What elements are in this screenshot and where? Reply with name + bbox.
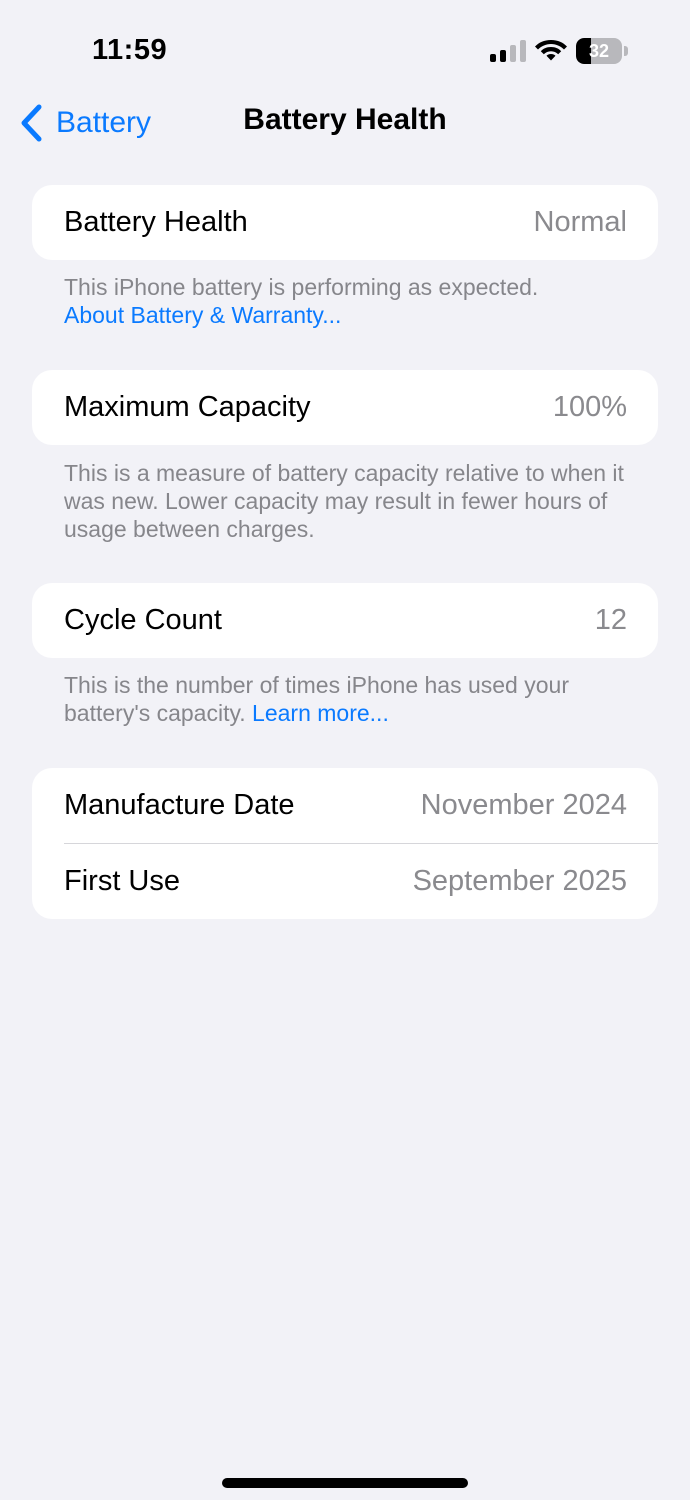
back-button-label: Battery [56, 106, 152, 139]
status-bar: 11:59 32 [0, 0, 690, 100]
signal-bar [490, 54, 496, 62]
chevron-left-icon [21, 104, 42, 142]
cycle-count-card: Cycle Count 12 [32, 583, 658, 658]
learn-more-link[interactable]: Learn more... [252, 700, 389, 726]
cycle-count-label: Cycle Count [64, 604, 222, 636]
navigation-bar: Battery Health Battery [0, 95, 690, 151]
battery-dates-card: Manufacture Date November 2024 First Use… [32, 768, 658, 919]
about-battery-warranty-link[interactable]: About Battery & Warranty... [64, 301, 644, 329]
battery-health-card: Battery Health Normal [32, 185, 658, 260]
manufacture-date-label: Manufacture Date [64, 789, 295, 821]
signal-bar [520, 40, 526, 62]
battery-health-label: Battery Health [64, 206, 248, 238]
maximum-capacity-row: Maximum Capacity 100% [32, 370, 658, 445]
first-use-row: First Use September 2025 [32, 844, 658, 919]
cycle-count-value: 12 [594, 604, 627, 636]
cycle-count-row: Cycle Count 12 [32, 583, 658, 658]
maximum-capacity-card: Maximum Capacity 100% [32, 370, 658, 445]
signal-bar [510, 45, 516, 62]
battery-tip [624, 46, 628, 56]
maximum-capacity-value: 100% [552, 391, 627, 423]
battery-icon: 32 [576, 38, 630, 64]
maximum-capacity-label: Maximum Capacity [64, 391, 311, 423]
battery-health-value: Normal [533, 206, 627, 238]
manufacture-date-value: November 2024 [420, 789, 627, 821]
battery-body: 32 [576, 38, 622, 64]
cellular-signal-icon [490, 40, 526, 62]
back-button[interactable]: Battery [18, 101, 151, 145]
manufacture-date-row: Manufacture Date November 2024 [32, 768, 658, 843]
first-use-value: September 2025 [412, 865, 627, 897]
battery-level-text: 32 [588, 41, 610, 61]
first-use-label: First Use [64, 865, 180, 897]
maximum-capacity-footnote: This is a measure of battery capacity re… [64, 460, 624, 542]
battery-health-description: This iPhone battery is performing as exp… [64, 274, 539, 300]
wifi-icon [534, 36, 568, 62]
battery-health-footnote: This iPhone battery is performing as exp… [64, 273, 644, 329]
signal-bar [500, 50, 506, 62]
status-time: 11:59 [92, 34, 168, 66]
cycle-count-footnote: This is the number of times iPhone has u… [64, 671, 644, 727]
battery-health-row: Battery Health Normal [32, 185, 658, 260]
home-indicator[interactable] [222, 1478, 468, 1488]
